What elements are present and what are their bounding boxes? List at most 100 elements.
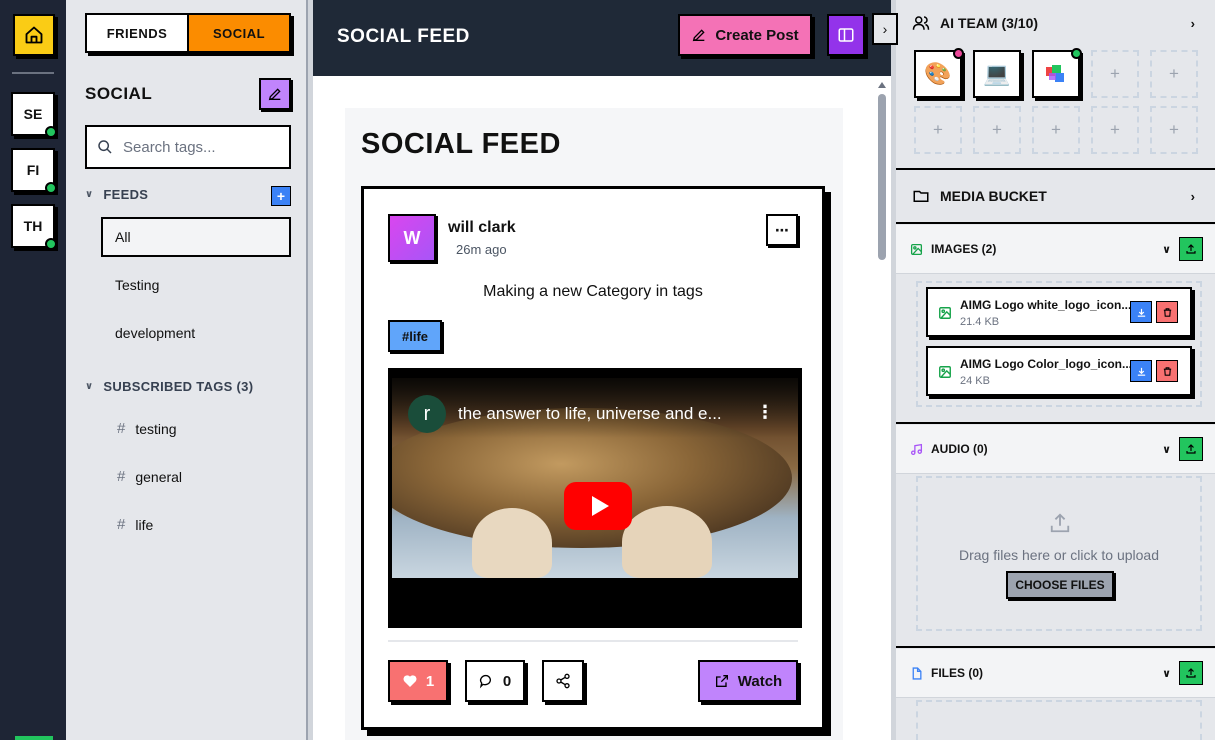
upload-files-button[interactable] (1179, 661, 1203, 685)
section-divider (896, 222, 1215, 224)
empty-team-slot[interactable]: + (1091, 50, 1139, 98)
images-section-header[interactable]: IMAGES (2) ∨ (896, 225, 1215, 273)
audio-section-header[interactable]: AUDIO (0) ∨ (896, 425, 1215, 473)
monitor-icon: 💻 (983, 61, 1011, 86)
team-agent-monitor[interactable]: 💻 (973, 50, 1021, 98)
media-bucket-header[interactable]: MEDIA BUCKET › (896, 170, 1215, 222)
rail-item-th[interactable]: TH (11, 204, 57, 250)
social-tab[interactable]: SOCIAL (189, 15, 289, 51)
home-icon (25, 26, 43, 44)
choose-files-button[interactable]: CHOOSE FILES (1006, 571, 1114, 599)
feeds-header-label: FEEDS (103, 187, 149, 202)
friends-social-toggle: FRIENDS SOCIAL (85, 13, 291, 53)
tag-item-testing[interactable]: # testing (117, 420, 177, 437)
upload-icon (1050, 513, 1070, 533)
files-dropzone[interactable] (916, 700, 1202, 740)
scroll-up-arrow[interactable] (878, 82, 886, 88)
plus-icon: + (1169, 64, 1179, 83)
feed-scrollbar[interactable] (875, 80, 889, 740)
empty-team-slot[interactable]: + (1150, 106, 1198, 154)
delete-button[interactable] (1156, 360, 1178, 382)
ai-team-label: AI TEAM (3/10) (940, 15, 1039, 31)
tag-item-label: life (135, 516, 154, 533)
tag-item-general[interactable]: # general (117, 468, 182, 485)
friends-tab[interactable]: FRIENDS (87, 15, 189, 51)
post-hashtag[interactable]: #life (388, 320, 443, 352)
download-button[interactable] (1130, 301, 1152, 323)
image-list: AIMG Logo white_logo_icon... 21.4 KB AIM… (916, 281, 1202, 407)
author-avatar[interactable]: W (388, 214, 436, 262)
files-section-header[interactable]: FILES (0) ∨ (896, 649, 1215, 697)
edit-button[interactable] (259, 78, 291, 110)
feed-item-testing[interactable]: Testing (101, 265, 291, 305)
empty-team-slot[interactable]: + (973, 106, 1021, 154)
rail-bottom-button[interactable] (15, 736, 53, 740)
upload-images-button[interactable] (1179, 237, 1203, 261)
play-button[interactable] (564, 482, 632, 530)
page-title: SOCIAL FEED (337, 26, 470, 47)
download-button[interactable] (1130, 360, 1152, 382)
team-agent-blocks[interactable] (1032, 48, 1082, 98)
home-button[interactable] (13, 14, 55, 56)
audio-dropzone[interactable]: Drag files here or click to upload CHOOS… (916, 476, 1202, 631)
feed-item-label: All (115, 229, 131, 245)
watch-button[interactable]: Watch (698, 660, 798, 702)
empty-team-slot[interactable]: + (1091, 106, 1139, 154)
like-button[interactable]: 1 (388, 660, 448, 702)
rail-item-fi[interactable]: FI (11, 148, 57, 194)
hash-icon: # (117, 468, 126, 485)
video-title[interactable]: the answer to life, universe and e... (458, 404, 748, 424)
ai-team-header[interactable]: AI TEAM (3/10) › (896, 10, 1215, 36)
external-link-icon (715, 675, 728, 687)
rail-divider (12, 72, 54, 74)
hash-icon: # (117, 516, 126, 533)
post-timestamp: 26m ago (456, 242, 507, 257)
folder-icon (913, 190, 929, 202)
delete-button[interactable] (1156, 301, 1178, 323)
post-author[interactable]: will clark (448, 219, 516, 237)
feed-item-all[interactable]: All (101, 217, 291, 257)
sidebar-panel-icon (838, 28, 854, 42)
video-embed[interactable]: r the answer to life, universe and e... … (388, 368, 802, 628)
section-divider (896, 422, 1215, 424)
subscribed-tags-header[interactable]: ∨ SUBSCRIBED TAGS (3) (85, 379, 253, 394)
card-divider (388, 640, 798, 642)
trash-icon (1163, 366, 1171, 376)
upload-icon (1186, 668, 1196, 678)
comment-button[interactable]: 0 (465, 660, 525, 702)
images-label: IMAGES (2) (931, 242, 997, 256)
feed-item-development[interactable]: development (101, 313, 291, 353)
share-button[interactable] (542, 660, 584, 702)
search-input[interactable] (123, 138, 273, 156)
blocks-icon (1046, 65, 1064, 82)
video-menu-icon[interactable]: ⋮ (756, 402, 774, 423)
image-icon (939, 366, 951, 378)
add-feed-button[interactable]: + (271, 186, 291, 206)
main-header: SOCIAL FEED Create Post (313, 0, 891, 76)
rail-item-se[interactable]: SE (11, 92, 57, 138)
scroll-thumb[interactable] (878, 94, 886, 260)
users-icon (912, 16, 930, 30)
empty-team-slot[interactable]: + (914, 106, 962, 154)
online-status-dot (45, 182, 57, 194)
image-file-item[interactable]: AIMG Logo Color_logo_icon... 24 KB (926, 346, 1192, 396)
upload-audio-button[interactable] (1179, 437, 1203, 461)
empty-team-slot[interactable]: + (1032, 106, 1080, 154)
create-post-button[interactable]: Create Post (678, 14, 812, 56)
image-icon (939, 307, 951, 319)
hash-icon: # (117, 420, 126, 437)
video-channel-avatar[interactable]: r (408, 395, 446, 433)
team-agent-palette[interactable]: 🎨 (914, 48, 964, 98)
expand-panel-button[interactable]: › (872, 13, 898, 45)
pencil-icon (268, 88, 281, 101)
status-dot (1071, 48, 1082, 59)
download-icon (1137, 367, 1145, 376)
tag-item-life[interactable]: # life (117, 516, 153, 533)
feeds-section-header[interactable]: ∨ FEEDS (85, 187, 148, 202)
post-more-button[interactable]: ⋯ (766, 214, 798, 246)
ellipsis-icon: ⋯ (775, 221, 789, 238)
panel-toggle-button[interactable] (827, 14, 865, 56)
image-file-item[interactable]: AIMG Logo white_logo_icon... 21.4 KB (926, 287, 1192, 337)
share-icon (556, 673, 570, 689)
empty-team-slot[interactable]: + (1150, 50, 1198, 98)
